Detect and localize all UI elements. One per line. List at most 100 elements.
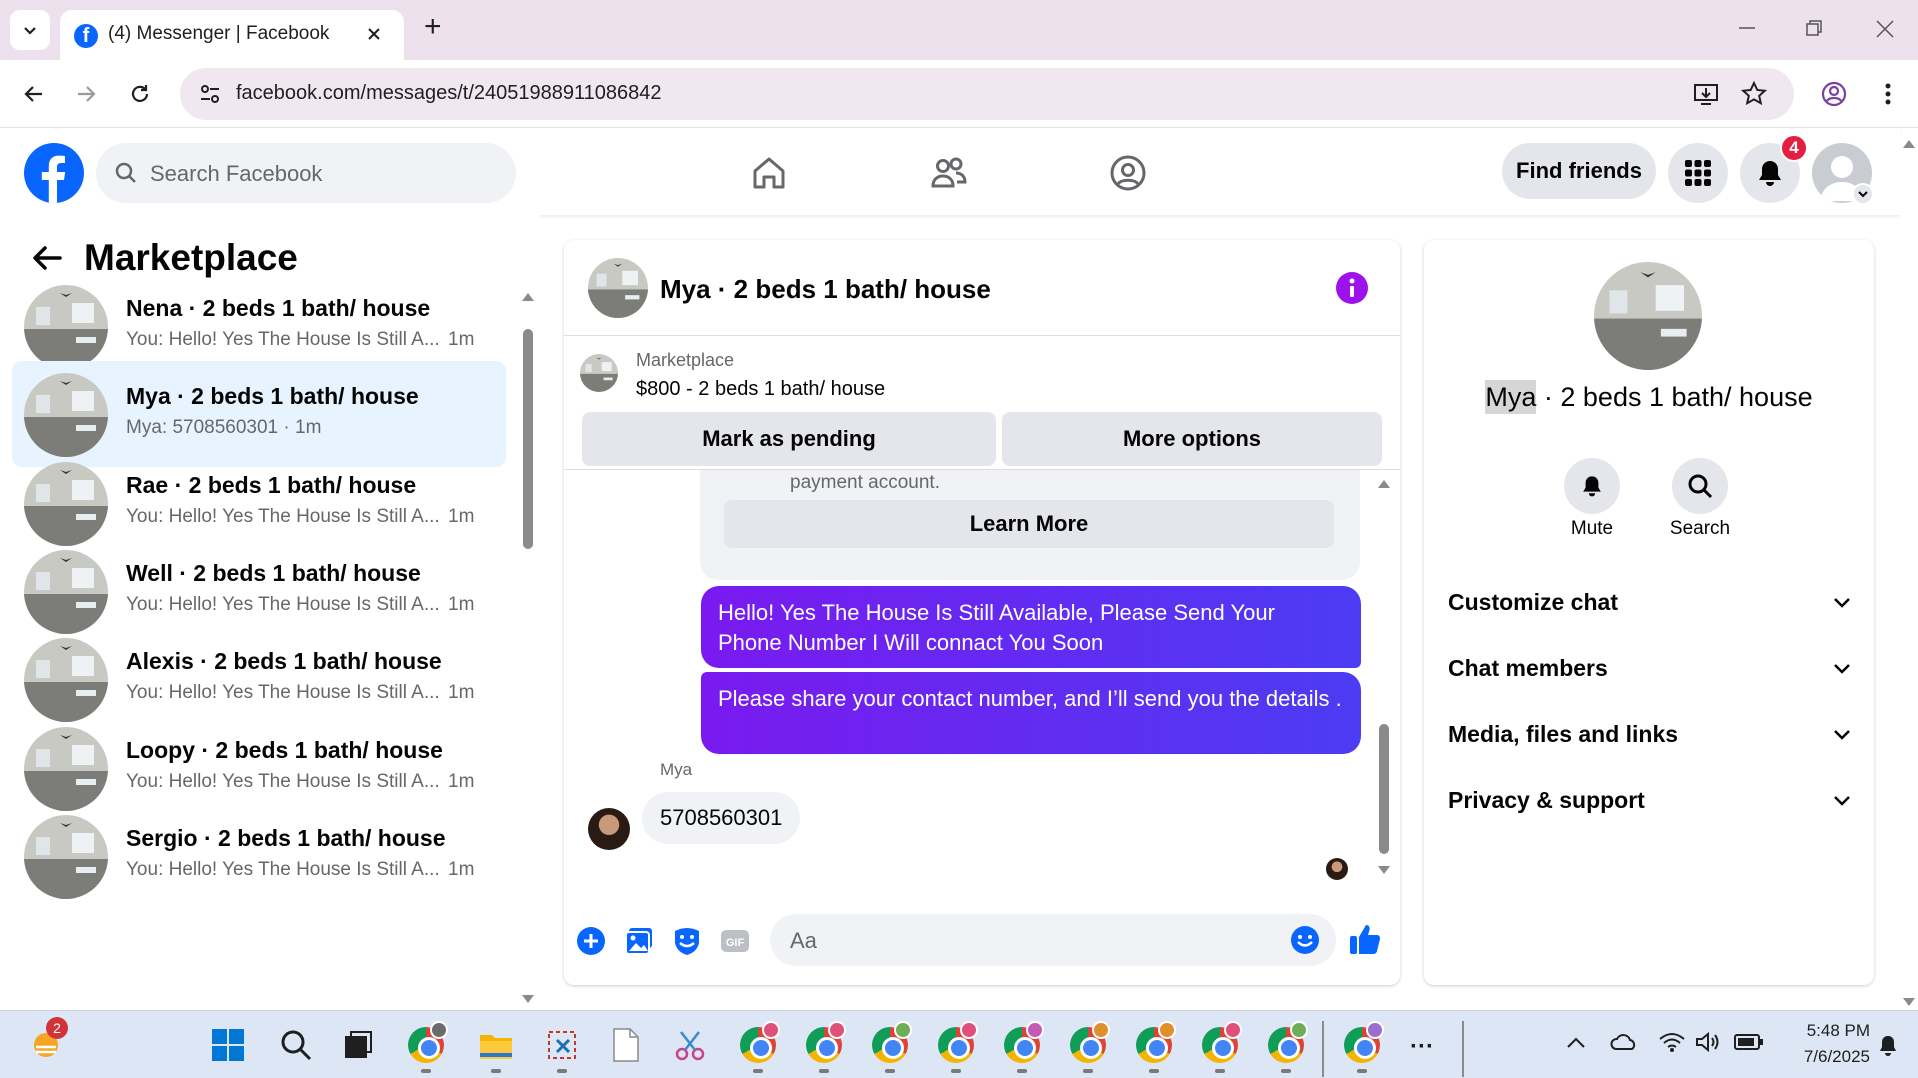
profile-icon[interactable] [1814,74,1854,114]
install-app-icon[interactable] [1692,80,1720,108]
thumbs-up-icon[interactable] [1348,922,1382,956]
emoji-icon[interactable] [1290,925,1320,955]
chrome-window-icon[interactable] [802,1021,846,1067]
url-field[interactable]: facebook.com/messages/t/2405198891108684… [180,68,1794,120]
details-name[interactable]: Mya · 2 beds 1 bath/ house [1424,380,1874,414]
running-indicator [1017,1069,1027,1073]
sticker-icon[interactable] [672,926,702,956]
photo-icon[interactable] [624,926,654,956]
minimize-icon[interactable] [1736,16,1758,38]
bookmark-star-icon[interactable] [1740,80,1768,108]
chrome-window-icon[interactable] [1000,1021,1044,1067]
site-info-icon[interactable] [198,82,222,106]
task-view-icon[interactable] [336,1023,380,1067]
clock-time[interactable]: 5:48 PM [1770,1021,1870,1041]
chat-avatar[interactable] [588,258,648,318]
notepad-icon[interactable] [604,1023,648,1067]
conversation-scrollbar[interactable] [520,291,536,1011]
back-arrow-icon[interactable] [30,241,64,275]
menu-grid-icon[interactable] [1668,143,1728,203]
close-window-icon[interactable] [1874,18,1896,40]
media-files-links-section[interactable]: Media, files and links [1448,706,1852,762]
facebook-logo-icon[interactable] [24,143,84,203]
name-rest: · 2 beds 1 bath/ house [1536,382,1813,412]
chrome-window-icon[interactable] [1132,1021,1176,1067]
chrome-window-icon[interactable] [934,1021,978,1067]
friends-icon[interactable] [925,149,973,197]
message-composer: GIF Aa [564,890,1400,985]
mark-as-pending-button[interactable]: Mark as pending [582,412,996,466]
chrome-window-icon[interactable] [1340,1021,1384,1067]
onedrive-icon[interactable] [1610,1031,1638,1053]
chrome-window-icon[interactable] [1066,1021,1110,1067]
windows-taskbar: 2 ··· 5:48 PM 7/6/2025 [0,1010,1918,1078]
outgoing-message[interactable]: Hello! Yes The House Is Still Available,… [701,586,1361,668]
file-explorer-icon[interactable] [474,1023,518,1067]
gif-icon[interactable]: GIF [720,926,750,956]
back-icon[interactable] [14,74,54,114]
wifi-icon[interactable] [1658,1031,1686,1053]
find-friends-button[interactable]: Find friends [1502,143,1656,199]
learn-more-button[interactable]: Learn More [724,500,1334,548]
reload-icon[interactable] [120,74,160,114]
tab-close-icon[interactable] [364,24,384,44]
chrome-window-icon[interactable] [1198,1021,1242,1067]
conversation-time: 1m [448,858,475,880]
running-indicator [421,1069,431,1073]
browser-menu-icon[interactable] [1868,74,1908,114]
listing-thumbnail[interactable] [580,354,618,392]
chrome-window-icon[interactable] [868,1021,912,1067]
thread-scrollbar[interactable] [1376,474,1392,884]
chrome-window-icon[interactable] [1264,1021,1308,1067]
info-icon[interactable] [1336,272,1368,304]
details-avatar[interactable] [1594,262,1702,370]
plus-circle-icon[interactable] [576,926,606,956]
chat-details-panel: Mya · 2 beds 1 bath/ house Mute Search C… [1424,240,1874,985]
home-icon[interactable] [745,149,793,197]
taskbar-search-icon[interactable] [274,1023,318,1067]
search-in-chat-icon[interactable] [1672,458,1728,514]
running-indicator [1281,1069,1291,1073]
chat-members-section[interactable]: Chat members [1448,640,1852,696]
chrome-window-icon[interactable] [736,1021,780,1067]
read-receipt-avatar [1326,858,1348,880]
tab-search-button[interactable] [10,10,50,50]
page-scrollbar[interactable] [1900,136,1918,1010]
forward-icon[interactable] [66,74,106,114]
conversation-item[interactable]: Sergio · 2 beds 1 bath/ house You: Hello!… [12,803,506,909]
mute-bell-icon[interactable] [1564,458,1620,514]
windows-start-icon[interactable] [206,1023,250,1067]
outgoing-message[interactable]: Please share your contact number, and I’… [701,672,1361,754]
more-options-button[interactable]: More options [1002,412,1382,466]
new-tab-button[interactable]: + [424,10,442,44]
profile-circle-icon[interactable] [1104,149,1152,197]
conversation-list-panel: Marketplace Nena · 2 beds 1 bath/ house Y… [0,215,540,1010]
chevron-down-icon [1834,664,1850,674]
account-chevron-icon[interactable] [1852,183,1874,205]
notification-center-icon[interactable] [1876,1033,1900,1057]
chevron-down-icon [24,27,36,35]
message-input[interactable]: Aa [770,914,1336,966]
restore-icon[interactable] [1804,18,1824,38]
customize-chat-section[interactable]: Customize chat [1448,574,1852,630]
listing-price[interactable]: $800 - 2 beds 1 bath/ house [636,378,885,401]
battery-icon[interactable] [1734,1033,1764,1051]
conversation-time: 1m [448,329,475,350]
volume-icon[interactable] [1694,1031,1722,1053]
running-indicator [1357,1069,1367,1073]
privacy-support-section[interactable]: Privacy & support [1448,772,1852,828]
search-input[interactable]: Search Facebook [96,143,516,203]
more-apps-button[interactable]: ··· [1410,1033,1434,1061]
show-hidden-icons-icon[interactable] [1566,1035,1586,1049]
chat-title[interactable]: Mya · 2 beds 1 bath/ house [660,274,991,305]
name-highlight: Mya [1485,380,1537,414]
snip-sketch-icon[interactable] [668,1023,712,1067]
snipping-tool-icon[interactable] [540,1023,584,1067]
chrome-window-icon[interactable] [404,1021,448,1067]
incoming-message[interactable]: 5708560301 [642,792,801,844]
browser-tab-active[interactable]: f (4) Messenger | Facebook [60,10,404,62]
conversation-avatar [24,814,108,899]
sender-avatar[interactable] [588,808,630,850]
clock-date[interactable]: 7/6/2025 [1770,1047,1870,1067]
conversation-avatar [24,285,108,369]
